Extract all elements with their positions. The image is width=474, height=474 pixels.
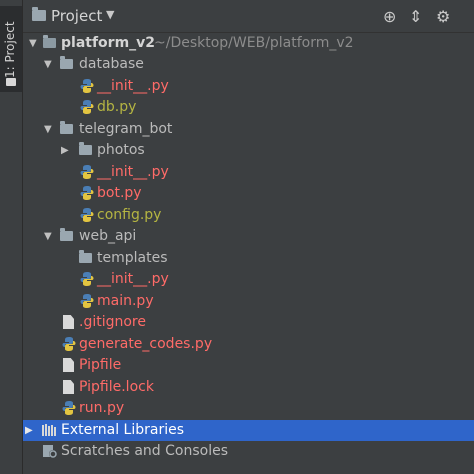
tree-item-label: Scratches and Consoles bbox=[61, 443, 228, 459]
collapse-all-icon[interactable]: ⇕ bbox=[409, 7, 422, 26]
tree-item-pipfile[interactable]: Pipfile bbox=[23, 355, 474, 376]
text-file-icon bbox=[63, 380, 74, 394]
project-tab-label: 1: Project bbox=[3, 21, 17, 78]
python-file-icon bbox=[80, 79, 94, 93]
tree-item-external-libraries[interactable]: ▶ External Libraries bbox=[23, 420, 474, 441]
tree-item-label: templates bbox=[97, 250, 168, 266]
target-icon[interactable]: ⊕ bbox=[383, 7, 396, 26]
folder-icon bbox=[32, 7, 46, 21]
tree-item-label: web_api bbox=[79, 228, 137, 244]
folder-icon bbox=[43, 35, 56, 48]
panel-title[interactable]: Project bbox=[51, 7, 102, 25]
tool-window-strip: 1: Project bbox=[0, 0, 23, 474]
tree-root-platform-v2[interactable]: ▼ platform_v2 ~/Desktop/WEB/platform_v2 bbox=[23, 33, 474, 54]
tree-item-web-api-init[interactable]: __init__.py bbox=[23, 269, 474, 290]
tree-item-main-py[interactable]: main.py bbox=[23, 291, 474, 312]
python-file-icon bbox=[62, 337, 76, 351]
tree-item-templates[interactable]: templates bbox=[23, 248, 474, 269]
project-tree: ▼ platform_v2 ~/Desktop/WEB/platform_v2 … bbox=[23, 33, 474, 474]
expand-arrow-icon[interactable]: ▼ bbox=[44, 54, 54, 75]
tree-item-label: Pipfile bbox=[79, 357, 122, 373]
tree-item-telegram-bot[interactable]: ▼ telegram_bot bbox=[23, 119, 474, 140]
folder-icon bbox=[6, 78, 16, 86]
tree-item-label: run.py bbox=[79, 400, 125, 416]
collapse-arrow-icon[interactable]: ▶ bbox=[25, 420, 35, 441]
tree-item-label: __init__.py bbox=[97, 271, 169, 287]
project-panel-header: Project ▼ ⊕ ⇕ ⚙ bbox=[23, 0, 474, 33]
tree-item-run-py[interactable]: run.py bbox=[23, 398, 474, 419]
expand-arrow-icon[interactable]: ▼ bbox=[44, 119, 54, 140]
folder-icon bbox=[79, 250, 92, 263]
root-path: ~/Desktop/WEB/platform_v2 bbox=[154, 35, 354, 51]
python-file-icon bbox=[62, 401, 76, 415]
library-icon bbox=[42, 424, 56, 436]
folder-icon bbox=[60, 228, 73, 241]
expand-arrow-icon[interactable]: ▼ bbox=[29, 33, 39, 54]
scratches-icon bbox=[43, 445, 57, 458]
tree-item-label: main.py bbox=[97, 293, 154, 309]
tree-item-photos[interactable]: ▶ photos bbox=[23, 140, 474, 161]
tree-item-label: .gitignore bbox=[79, 314, 146, 330]
tree-item-label: config.py bbox=[97, 207, 162, 223]
tree-item-label: bot.py bbox=[97, 185, 142, 201]
tree-item-web-api[interactable]: ▼ web_api bbox=[23, 226, 474, 247]
tree-item-label: db.py bbox=[97, 99, 137, 115]
tree-item-config-py[interactable]: config.py bbox=[23, 205, 474, 226]
python-file-icon bbox=[80, 186, 94, 200]
tree-item-bot-py[interactable]: bot.py bbox=[23, 183, 474, 204]
tree-item-label: telegram_bot bbox=[79, 121, 173, 137]
python-file-icon bbox=[80, 294, 94, 308]
tree-item-telegram-init[interactable]: __init__.py bbox=[23, 162, 474, 183]
tree-item-label: photos bbox=[97, 142, 145, 158]
root-name: platform_v2 bbox=[61, 35, 156, 51]
expand-arrow-icon[interactable]: ▼ bbox=[44, 226, 54, 247]
tree-item-label: database bbox=[79, 56, 144, 72]
python-file-icon bbox=[80, 208, 94, 222]
text-file-icon bbox=[63, 315, 74, 329]
tree-item-scratches-consoles[interactable]: Scratches and Consoles bbox=[23, 441, 474, 462]
folder-icon bbox=[60, 121, 73, 134]
python-file-icon bbox=[80, 165, 94, 179]
tree-item-database[interactable]: ▼ database bbox=[23, 54, 474, 75]
python-file-icon bbox=[80, 100, 94, 114]
folder-icon bbox=[60, 56, 73, 69]
text-file-icon bbox=[63, 358, 74, 372]
folder-icon bbox=[79, 142, 92, 155]
python-file-icon bbox=[80, 272, 94, 286]
project-tool-window-tab[interactable]: 1: Project bbox=[0, 6, 22, 92]
tree-item-label: Pipfile.lock bbox=[79, 379, 154, 395]
tree-item-label: External Libraries bbox=[61, 422, 184, 438]
tree-item-generate-codes-py[interactable]: generate_codes.py bbox=[23, 334, 474, 355]
tree-item-label: __init__.py bbox=[97, 78, 169, 94]
tree-item-label: __init__.py bbox=[97, 164, 169, 180]
view-dropdown-icon[interactable]: ▼ bbox=[106, 8, 114, 21]
tree-item-gitignore[interactable]: .gitignore bbox=[23, 312, 474, 333]
tree-item-db-py[interactable]: db.py bbox=[23, 97, 474, 118]
tree-item-database-init[interactable]: __init__.py bbox=[23, 76, 474, 97]
tree-item-pipfile-lock[interactable]: Pipfile.lock bbox=[23, 377, 474, 398]
tree-item-label: generate_codes.py bbox=[79, 336, 213, 352]
collapse-arrow-icon[interactable]: ▶ bbox=[61, 140, 71, 161]
gear-icon[interactable]: ⚙ bbox=[436, 7, 450, 26]
